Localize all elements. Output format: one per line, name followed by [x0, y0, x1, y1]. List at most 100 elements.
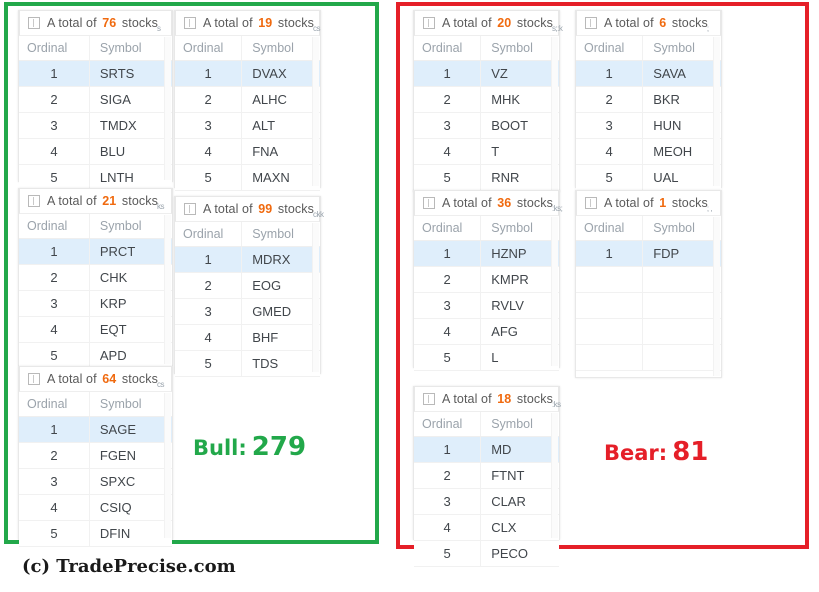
table-row[interactable]: 1 VZ	[414, 60, 559, 87]
cell-ordinal: 2	[414, 266, 482, 293]
stock-table: Ordinal Symbol 1 DVAX 2 ALHC 3 ALT 4 FNA 5 MAXN	[175, 36, 320, 191]
panel-scrollbar[interactable]	[164, 215, 171, 364]
cell-ordinal: 5	[576, 164, 644, 191]
cell-symbol	[642, 318, 721, 345]
panel-scrollbar[interactable]	[713, 217, 720, 376]
select-all-checkbox[interactable]	[423, 17, 435, 29]
table-row[interactable]: 4 BLU	[19, 138, 172, 165]
table-row[interactable]: 5 LNTH	[19, 164, 172, 191]
table-row[interactable]: 4 FNA	[175, 138, 320, 165]
panel-scrollbar[interactable]	[312, 37, 319, 186]
select-all-checkbox[interactable]	[423, 393, 435, 405]
column-header-symbol[interactable]: Symbol	[480, 36, 559, 61]
table-row[interactable]: 2 KMPR	[414, 266, 559, 293]
select-all-checkbox[interactable]	[585, 197, 597, 209]
table-row[interactable]: 5 RNR	[414, 164, 559, 191]
panel-scrollbar[interactable]	[551, 37, 558, 190]
column-header-ordinal[interactable]: Ordinal	[414, 216, 482, 241]
stock-table: Ordinal Symbol 1 SAGE 2 FGEN 3 SPXC 4 CSIQ 5 DFIN	[19, 392, 172, 547]
cell-symbol: CLX	[480, 514, 559, 541]
table-header-row: Ordinal Symbol	[414, 412, 559, 437]
cell-symbol: HUN	[642, 112, 721, 139]
panel-scrollbar[interactable]	[312, 223, 319, 372]
table-row[interactable]: 5 PECO	[414, 540, 559, 567]
table-row[interactable]: 2 MHK	[414, 86, 559, 113]
table-row[interactable]: 2 EOG	[175, 272, 320, 299]
column-header-ordinal[interactable]: Ordinal	[414, 412, 482, 437]
table-row[interactable]: 3 CLAR	[414, 488, 559, 515]
table-row[interactable]: 5 APD	[19, 342, 172, 369]
table-row[interactable]: 1 HZNP	[414, 240, 559, 267]
table-row[interactable]: 2 SIGA	[19, 86, 172, 113]
table-row[interactable]: 5 TDS	[175, 350, 320, 377]
column-header-symbol[interactable]: Symbol	[642, 36, 721, 61]
table-row[interactable]: 3 KRP	[19, 290, 172, 317]
table-row[interactable]: 1 MDRX	[175, 246, 320, 273]
table-row[interactable]: 3 BOOT	[414, 112, 559, 139]
panel-scrollbar[interactable]	[551, 413, 558, 538]
table-row[interactable]: 4 MEOH	[576, 138, 721, 165]
table-row[interactable]: 4 EQT	[19, 316, 172, 343]
column-header-ordinal[interactable]: Ordinal	[576, 216, 644, 241]
select-all-checkbox[interactable]	[28, 17, 40, 29]
column-header-symbol[interactable]: Symbol	[480, 412, 559, 437]
table-row[interactable]: 3 TMDX	[19, 112, 172, 139]
select-all-checkbox[interactable]	[184, 203, 196, 215]
table-row[interactable]: 5 UAL	[576, 164, 721, 191]
cell-symbol: KRP	[89, 290, 172, 317]
select-all-checkbox[interactable]	[585, 17, 597, 29]
table-row[interactable]: 3 HUN	[576, 112, 721, 139]
panel-scrollbar[interactable]	[551, 217, 558, 366]
select-all-checkbox[interactable]	[184, 17, 196, 29]
table-row[interactable]: 1 SRTS	[19, 60, 172, 87]
table-row[interactable]: 3 GMED	[175, 298, 320, 325]
table-row[interactable]: 4 AFG	[414, 318, 559, 345]
table-row[interactable]: 2 CHK	[19, 264, 172, 291]
select-all-checkbox[interactable]	[423, 197, 435, 209]
table-row[interactable]: 1 FDP	[576, 240, 721, 267]
table-row[interactable]: 1 SAVA	[576, 60, 721, 87]
table-row[interactable]: 5 DFIN	[19, 520, 172, 547]
table-row[interactable]: 5L	[414, 344, 559, 371]
column-header-symbol[interactable]: Symbol	[241, 36, 320, 61]
cell-symbol: ALHC	[241, 86, 320, 113]
table-row[interactable]: 3 RVLV	[414, 292, 559, 319]
column-header-ordinal[interactable]: Ordinal	[19, 392, 90, 417]
panel-total-text: A total of 99 stocksckk	[203, 202, 324, 219]
column-header-ordinal[interactable]: Ordinal	[19, 36, 90, 61]
table-row[interactable]: 2 FTNT	[414, 462, 559, 489]
table-row[interactable]: 2 ALHC	[175, 86, 320, 113]
column-header-symbol[interactable]: Symbol	[89, 36, 172, 61]
select-all-checkbox[interactable]	[28, 373, 40, 385]
table-row[interactable]: 5 MAXN	[175, 164, 320, 191]
column-header-symbol[interactable]: Symbol	[89, 392, 172, 417]
table-row[interactable]: 1 MD	[414, 436, 559, 463]
table-row[interactable]: 1 SAGE	[19, 416, 172, 443]
panel-scrollbar[interactable]	[164, 393, 171, 538]
table-row[interactable]: 2 FGEN	[19, 442, 172, 469]
column-header-ordinal[interactable]: Ordinal	[19, 214, 90, 239]
cell-ordinal: 5	[19, 342, 90, 369]
table-row[interactable]: 1 PRCT	[19, 238, 172, 265]
table-row[interactable]: 3 SPXC	[19, 468, 172, 495]
column-header-ordinal[interactable]: Ordinal	[576, 36, 644, 61]
table-row[interactable]: 3 ALT	[175, 112, 320, 139]
column-header-symbol[interactable]: Symbol	[241, 222, 320, 247]
table-row[interactable]: 4 CSIQ	[19, 494, 172, 521]
column-header-ordinal[interactable]: Ordinal	[175, 36, 243, 61]
column-header-symbol[interactable]: Symbol	[642, 216, 721, 241]
column-header-ordinal[interactable]: Ordinal	[175, 222, 243, 247]
select-all-checkbox[interactable]	[28, 195, 40, 207]
column-header-symbol[interactable]: Symbol	[89, 214, 172, 239]
total-count: 64	[102, 372, 117, 386]
table-row[interactable]: 4T	[414, 138, 559, 165]
table-row[interactable]: 1 DVAX	[175, 60, 320, 87]
panel-scrollbar[interactable]	[164, 37, 171, 180]
panel-scrollbar[interactable]	[713, 37, 720, 186]
table-row[interactable]: 2 BKR	[576, 86, 721, 113]
column-header-symbol[interactable]: Symbol	[480, 216, 559, 241]
table-row[interactable]: 4 CLX	[414, 514, 559, 541]
column-header-ordinal[interactable]: Ordinal	[414, 36, 482, 61]
total-count: 6	[659, 16, 667, 30]
table-row[interactable]: 4 BHF	[175, 324, 320, 351]
